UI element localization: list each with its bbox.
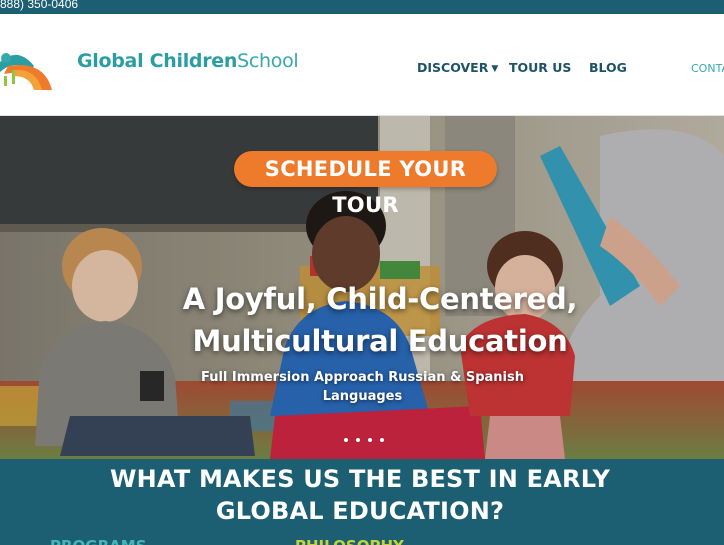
nav-blog[interactable]: BLOG xyxy=(589,60,627,75)
slider-dot[interactable] xyxy=(368,438,372,442)
slider-dot[interactable] xyxy=(356,438,360,442)
hero-subtitle-line2: Languages xyxy=(322,389,403,404)
slider-dot[interactable] xyxy=(380,438,384,442)
hero-subtitle: Full Immersion Approach Russian & Spanis… xyxy=(190,368,535,406)
main-nav: DISCOVER▼ TOUR US BLOG CONTACT xyxy=(0,60,724,76)
slider-dot[interactable] xyxy=(344,438,348,442)
site-header: Global ChildrenSchool DISCOVER ▼ TOUR US … xyxy=(0,14,724,116)
hero-title-line1: A Joyful, Child-Centered, xyxy=(182,282,578,316)
hero-title: A Joyful, Child-Centered, Multicultural … xyxy=(90,278,670,362)
caret-down-icon: ▼ xyxy=(491,64,499,74)
section-title-line2: GLOBAL EDUCATION? xyxy=(215,497,505,525)
hero-title-line2: Multicultural Education xyxy=(192,324,568,358)
nav-discover[interactable]: DISCOVER ▼ xyxy=(417,60,498,75)
slider-dots xyxy=(340,438,390,446)
section-title: WHAT MAKES US THE BEST IN EARLY GLOBAL E… xyxy=(60,463,660,527)
top-bar: (888) 350-0406 xyxy=(0,0,724,14)
nav-tour-us[interactable]: TOUR US xyxy=(509,60,571,75)
hero-banner: SCHEDULE YOUR TOUR A Joyful, Child-Cente… xyxy=(0,116,724,459)
phone-number[interactable]: (888) 350-0406 xyxy=(0,0,78,11)
hero-subtitle-line1: Full Immersion Approach Russian & Spanis… xyxy=(200,370,525,385)
schedule-tour-button[interactable]: SCHEDULE YOUR TOUR xyxy=(234,151,497,217)
best-section: WHAT MAKES US THE BEST IN EARLY GLOBAL E… xyxy=(0,459,724,545)
nav-discover-label: DISCOVER xyxy=(417,60,489,75)
nav-contact[interactable]: CONTACT xyxy=(691,62,724,75)
section-title-line1: WHAT MAKES US THE BEST IN EARLY xyxy=(109,465,611,493)
programs-heading[interactable]: PROGRAMS xyxy=(50,537,147,545)
philosophy-heading[interactable]: PHILOSOPHY xyxy=(295,537,404,545)
